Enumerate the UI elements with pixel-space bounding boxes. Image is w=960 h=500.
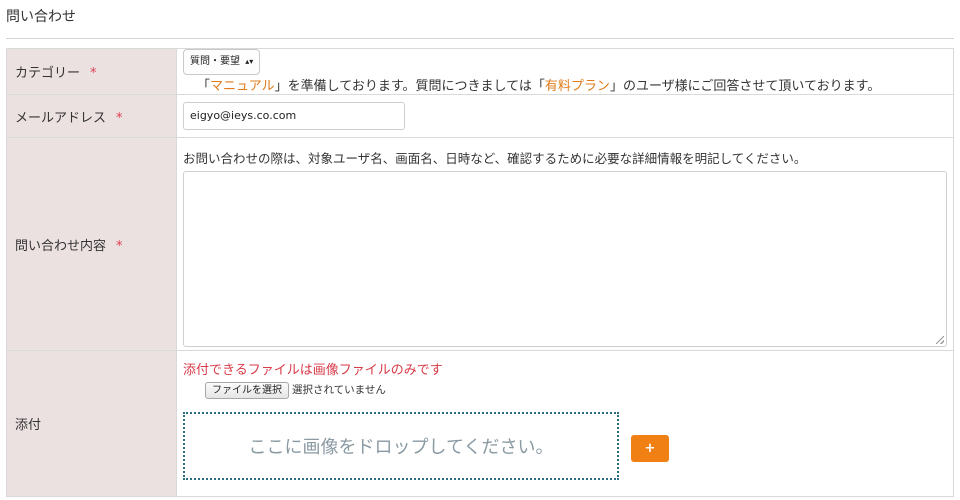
inquiry-label-cell: 問い合わせ内容 * (6, 137, 177, 351)
attachment-value-cell: 添付できるファイルは画像ファイルのみです ファイルを選択 選択されていません ここ… (176, 350, 954, 497)
image-drop-zone[interactable]: ここに画像をドロップしてください。 (183, 412, 619, 480)
title-divider (6, 38, 954, 39)
category-row: カテゴリー * 質問・要望 ▴▾ 「マニュアル」を準備しております。質問につきまし… (6, 48, 954, 95)
email-value-cell: eigyo@ieys.co.com (176, 94, 954, 138)
required-mark: * (90, 66, 97, 81)
category-value-cell: 質問・要望 ▴▾ 「マニュアル」を準備しております。質問につきましては「有料プラ… (176, 48, 954, 95)
inquiry-row: 問い合わせ内容 * お問い合わせの際は、対象ユーザ名、画面名、日時など、確認するた… (6, 137, 954, 351)
email-row: メールアドレス * eigyo@ieys.co.com (6, 94, 954, 138)
inquiry-textarea[interactable] (183, 171, 947, 347)
required-mark: * (116, 110, 123, 126)
drop-zone-text: ここに画像をドロップしてください。 (248, 437, 554, 458)
plus-icon: + (644, 441, 656, 456)
email-label-cell: メールアドレス * (6, 94, 177, 138)
resize-grip-icon[interactable] (936, 336, 944, 344)
inquiry-hint: お問い合わせの際は、対象ユーザ名、画面名、日時など、確認するために必要な詳細情報… (183, 151, 807, 166)
category-select[interactable]: 質問・要望 ▴▾ (183, 49, 261, 75)
email-field[interactable]: eigyo@ieys.co.com (183, 102, 405, 130)
select-updown-icon: ▴▾ (245, 57, 254, 66)
file-status: 選択されていません (292, 384, 386, 396)
add-image-button[interactable]: + (631, 435, 669, 462)
category-label-cell: カテゴリー * (6, 48, 177, 95)
category-label: カテゴリー (15, 66, 81, 81)
inquiry-form: カテゴリー * 質問・要望 ▴▾ 「マニュアル」を準備しております。質問につきまし… (6, 48, 954, 497)
email-label: メールアドレス (15, 110, 107, 126)
file-input-row: ファイルを選択 選択されていません (205, 382, 947, 399)
required-mark: * (116, 238, 123, 254)
note-text-3: 」のユーザ様にご回答させて頂いております。 (609, 79, 881, 94)
inquiry-value-cell: お問い合わせの際は、対象ユーザ名、画面名、日時など、確認するために必要な詳細情報… (176, 137, 954, 351)
page-title: 問い合わせ (6, 9, 76, 25)
choose-file-button[interactable]: ファイルを選択 (205, 382, 289, 399)
note-text-2: 」を準備しております。質問につきましては「 (274, 79, 545, 94)
attachment-label-cell: 添付 (6, 350, 177, 497)
attachment-warning: 添付できるファイルは画像ファイルのみです (183, 363, 443, 378)
category-note: 「マニュアル」を準備しております。質問につきましては「有料プラン」のユーザ様にご… (197, 75, 880, 94)
paid-plan-link[interactable]: 有料プラン (545, 79, 610, 94)
manual-link[interactable]: マニュアル (210, 79, 275, 94)
inquiry-label: 問い合わせ内容 (15, 238, 107, 254)
note-text-1: 「 (197, 79, 211, 94)
attachment-row: 添付 添付できるファイルは画像ファイルのみです ファイルを選択 選択されていません… (6, 350, 954, 497)
drop-area-wrapper: ここに画像をドロップしてください。 + (183, 412, 947, 480)
attachment-label: 添付 (15, 418, 42, 433)
category-selected-value: 質問・要望 (190, 56, 240, 67)
